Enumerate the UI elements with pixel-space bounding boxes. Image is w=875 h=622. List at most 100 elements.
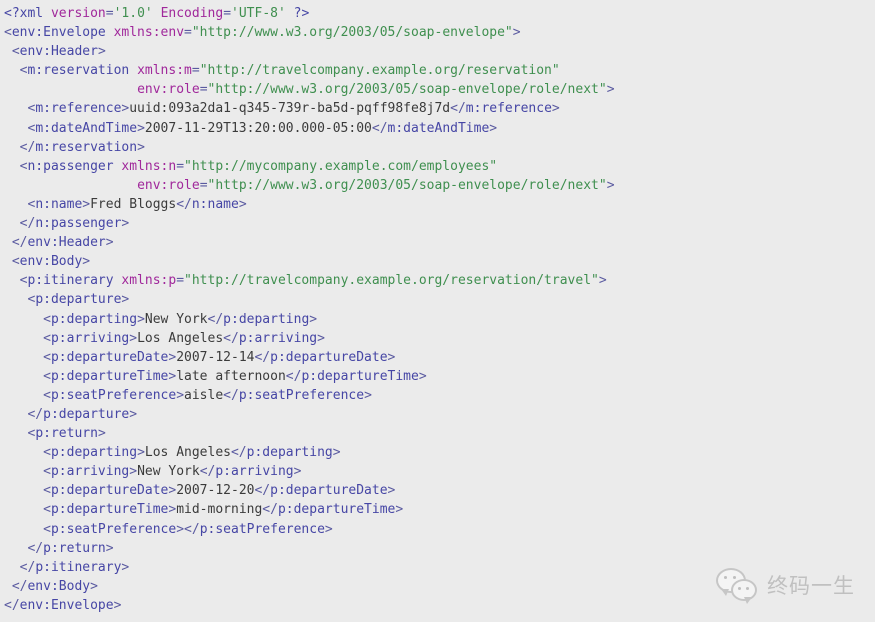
token-punct: > — [105, 235, 114, 251]
token-punct: < — [11, 254, 20, 270]
token-punct: = — [199, 177, 208, 193]
token-punct: > — [387, 349, 396, 365]
token-txt: Fred Bloggs — [90, 196, 177, 212]
token-punct: = — [191, 63, 200, 79]
token-punct: > — [364, 387, 372, 403]
token-tag: m:dateAndTime — [35, 120, 138, 136]
xml-code-block: <?xml version='1.0' Encoding='UTF-8' ?> <… — [0, 0, 875, 615]
code-line: <p:seatPreference>aisle</p:seatPreferenc… — [4, 386, 875, 405]
token-punct: </ — [230, 445, 247, 461]
token-txt: Los Angeles — [144, 445, 231, 461]
token-punct: < — [11, 44, 20, 60]
token-str: "http://mycompany.example.com/employees" — [184, 158, 498, 174]
token-punct: </ — [199, 464, 216, 480]
token-punct: = — [176, 158, 185, 174]
code-line: </n:passenger> — [4, 214, 875, 233]
token-punct: > — [418, 368, 427, 384]
token-punct: > — [121, 292, 130, 308]
token-punct: = — [199, 82, 208, 98]
token-punct: </ — [262, 502, 278, 518]
token-declattr: Encoding — [160, 6, 224, 21]
token-punct: < — [43, 445, 51, 461]
token-attr: xmlns:p — [121, 273, 177, 289]
token-punct: </ — [19, 216, 36, 232]
token-punct: > — [105, 540, 114, 556]
code-line: <p:departure> — [4, 290, 875, 309]
token-tag: m:reference — [35, 101, 122, 117]
token-punct: = — [105, 6, 114, 21]
token-punct: < — [43, 521, 51, 537]
token-punct: </ — [11, 235, 28, 251]
token-punct: > — [113, 597, 122, 613]
token-tag: p:return — [35, 426, 98, 442]
code-line: <m:reservation xmlns:m="http://travelcom… — [4, 61, 875, 80]
token-attr: env:role — [137, 177, 200, 193]
token-punct: > — [238, 196, 247, 212]
code-line: <p:arriving>New York</p:arriving> — [4, 462, 875, 481]
code-line: </env:Header> — [4, 233, 875, 252]
token-punct: > — [309, 311, 318, 327]
token-punct: > — [176, 521, 185, 537]
token-punct: </ — [254, 349, 271, 365]
token-punct: = — [223, 6, 232, 21]
code-line: <p:departureTime>late afternoon</p:depar… — [4, 367, 875, 386]
token-punct: </ — [254, 483, 271, 499]
token-str: "http://www.w3.org/2003/05/soap-envelope… — [191, 25, 513, 41]
token-txt: Los Angeles — [137, 330, 224, 346]
code-line: <p:departureDate>2007-12-14</p:departure… — [4, 348, 875, 367]
token-txt: 2007-12-20 — [176, 483, 255, 499]
token-punct: < — [43, 311, 51, 327]
token-punct: < — [43, 330, 51, 346]
token-tag: p:departureTime — [301, 368, 419, 384]
code-line: </m:reservation> — [4, 138, 875, 157]
token-tag: env:Envelope — [19, 597, 114, 613]
token-punct: < — [43, 349, 51, 365]
token-punct: > — [551, 101, 560, 117]
token-tag: env:Body — [19, 254, 83, 270]
token-punct: > — [90, 578, 98, 594]
token-txt: 2007-12-14 — [176, 349, 255, 365]
token-tag: n:passenger — [35, 216, 122, 232]
token-tag: p:seatPreference — [50, 521, 177, 537]
code-line: <n:passenger xmlns:n="http://mycompany.e… — [4, 157, 875, 176]
token-punct: < — [43, 387, 51, 403]
token-punct: > — [606, 82, 615, 98]
token-punct: </ — [207, 311, 224, 327]
token-punct: > — [82, 196, 91, 212]
token-attr: xmlns:m — [137, 63, 192, 79]
token-punct: > — [82, 254, 91, 270]
token-punct: </ — [371, 120, 388, 136]
token-decl: ?> — [293, 6, 310, 21]
token-tag: p:departing — [223, 311, 310, 327]
token-tag: p:seatPreference — [50, 387, 177, 403]
token-punct: </ — [27, 540, 44, 556]
token-punct: </ — [176, 196, 192, 212]
token-tag: p:departureDate — [270, 349, 388, 365]
token-punct: </ — [27, 406, 44, 422]
token-punct: = — [184, 25, 192, 41]
token-tag: p:itinerary — [27, 273, 114, 289]
token-punct: > — [97, 44, 106, 60]
token-tag: m:reference — [465, 101, 552, 117]
token-tag: p:departureDate — [50, 483, 169, 499]
token-punct: > — [395, 502, 404, 518]
code-line: <p:itinerary xmlns:p="http://travelcompa… — [4, 271, 875, 290]
token-tag: env:Header — [19, 44, 98, 60]
token-punct: > — [324, 521, 333, 537]
code-line: env:role="http://www.w3.org/2003/05/soap… — [4, 80, 875, 99]
token-tag: p:itinerary — [35, 559, 122, 575]
token-punct: > — [137, 445, 145, 461]
code-line: <env:Envelope xmlns:env="http://www.w3.o… — [4, 23, 875, 42]
token-punct: < — [43, 502, 51, 518]
token-punct: > — [121, 559, 130, 575]
token-punct: </ — [223, 330, 239, 346]
token-punct: > — [293, 464, 302, 480]
code-line: <p:departureTime>mid-morning</p:departur… — [4, 500, 875, 519]
token-punct: < — [4, 25, 12, 41]
token-str: "http://www.w3.org/2003/05/soap-envelope… — [207, 82, 607, 98]
code-line: <env:Header> — [4, 42, 875, 61]
token-punct: > — [176, 387, 185, 403]
token-tag: env:Header — [27, 235, 106, 251]
